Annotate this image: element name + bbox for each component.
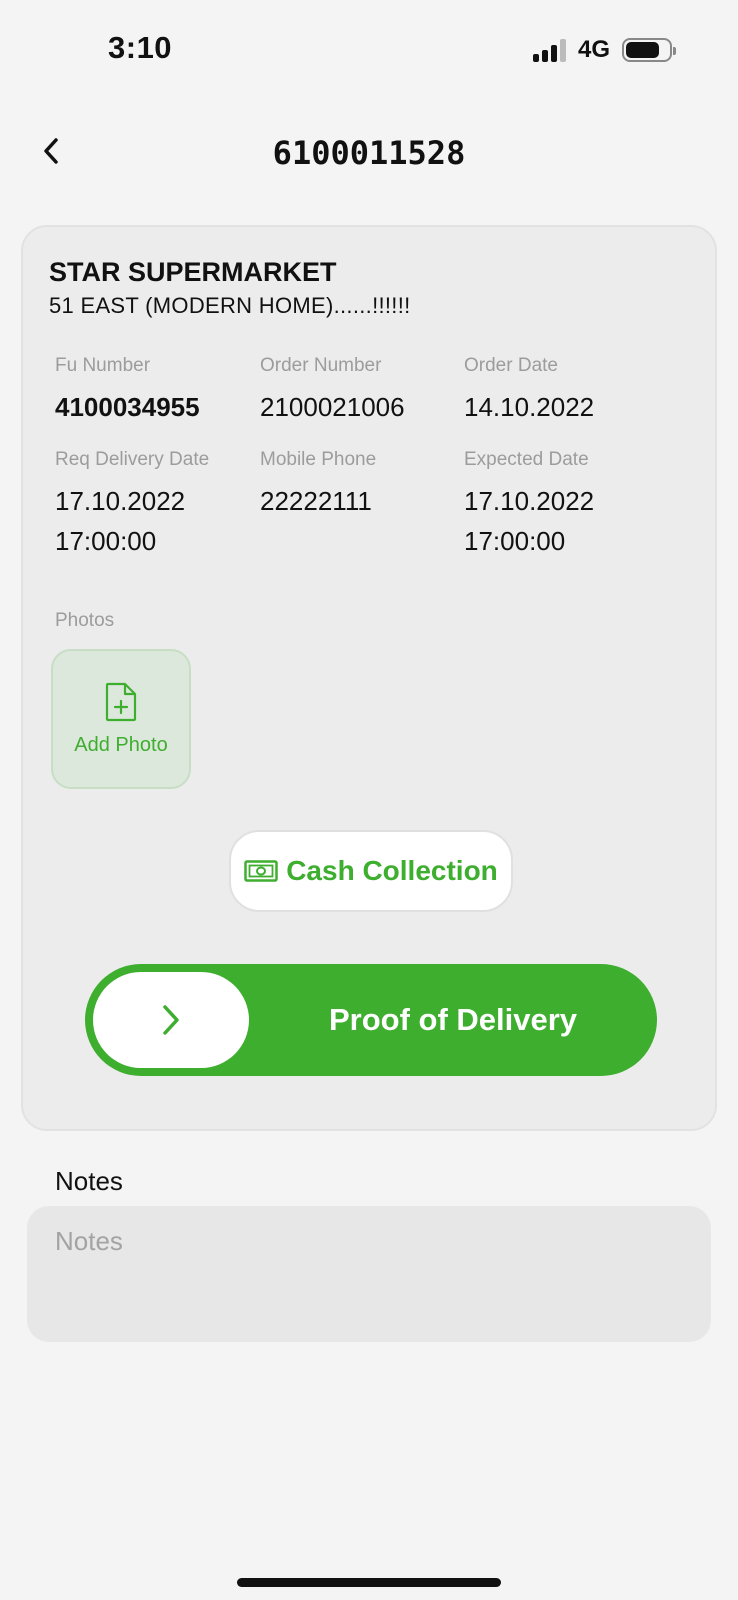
info-value: 14.10.2022	[464, 392, 595, 422]
proof-of-delivery-label: Proof of Delivery	[328, 1002, 578, 1037]
add-photo-label: Add Photo	[74, 733, 168, 756]
cash-collection-label: Cash Collection	[286, 855, 498, 886]
page-title: 6100011528	[272, 134, 466, 172]
info-label: Req Delivery Date	[55, 449, 210, 470]
store-address: 51 EAST (MODERN HOME)......!!!!!!	[49, 293, 411, 318]
store-name: STAR SUPERMARKET	[49, 257, 337, 287]
info-fu-number: Fu Number 4100034955	[55, 355, 200, 427]
info-expected-date: Expected Date 17.10.2022 17:00:00	[464, 449, 594, 561]
photos-label: Photos	[55, 610, 115, 631]
status-indicators: 4G	[532, 36, 676, 64]
status-time: 3:10	[108, 30, 173, 65]
slider-knob[interactable]	[93, 972, 249, 1068]
notes-input[interactable]	[27, 1206, 711, 1342]
info-value: 17.10.2022 17:00:00	[464, 486, 595, 556]
info-order-date: Order Date 14.10.2022	[464, 355, 594, 427]
home-indicator[interactable]	[237, 1578, 501, 1587]
add-photo-button[interactable]: Add Photo	[51, 649, 191, 789]
info-label: Expected Date	[464, 449, 589, 470]
screen: 3:10 4G 6100011528 STAR SUPERMARKET 51 E…	[0, 0, 738, 1600]
info-label: Mobile Phone	[260, 449, 377, 470]
info-value: 17.10.2022 17:00:00	[55, 486, 186, 556]
info-req-delivery-date: Req Delivery Date 17.10.2022 17:00:00	[55, 449, 209, 561]
info-label: Order Number	[260, 355, 382, 376]
signal-icon	[532, 38, 566, 62]
notes-label: Notes	[55, 1166, 123, 1196]
info-label: Order Date	[464, 355, 558, 376]
network-type: 4G	[577, 36, 610, 63]
cash-collection-button[interactable]: Cash Collection	[229, 830, 513, 912]
info-value: 2100021006	[260, 392, 405, 422]
file-add-icon	[105, 682, 137, 721]
cash-icon	[244, 860, 278, 882]
info-value: 4100034955	[55, 392, 200, 422]
info-mobile-phone: Mobile Phone 22222111	[260, 449, 376, 521]
chevron-right-icon	[163, 1005, 179, 1035]
proof-of-delivery-slider[interactable]: Proof of Delivery	[85, 964, 657, 1076]
info-value: 22222111	[260, 486, 372, 516]
info-label: Fu Number	[55, 355, 151, 376]
info-order-number: Order Number 2100021006	[260, 355, 405, 427]
battery-icon	[622, 38, 676, 62]
delivery-card: STAR SUPERMARKET 51 EAST (MODERN HOME)..…	[21, 225, 717, 1131]
